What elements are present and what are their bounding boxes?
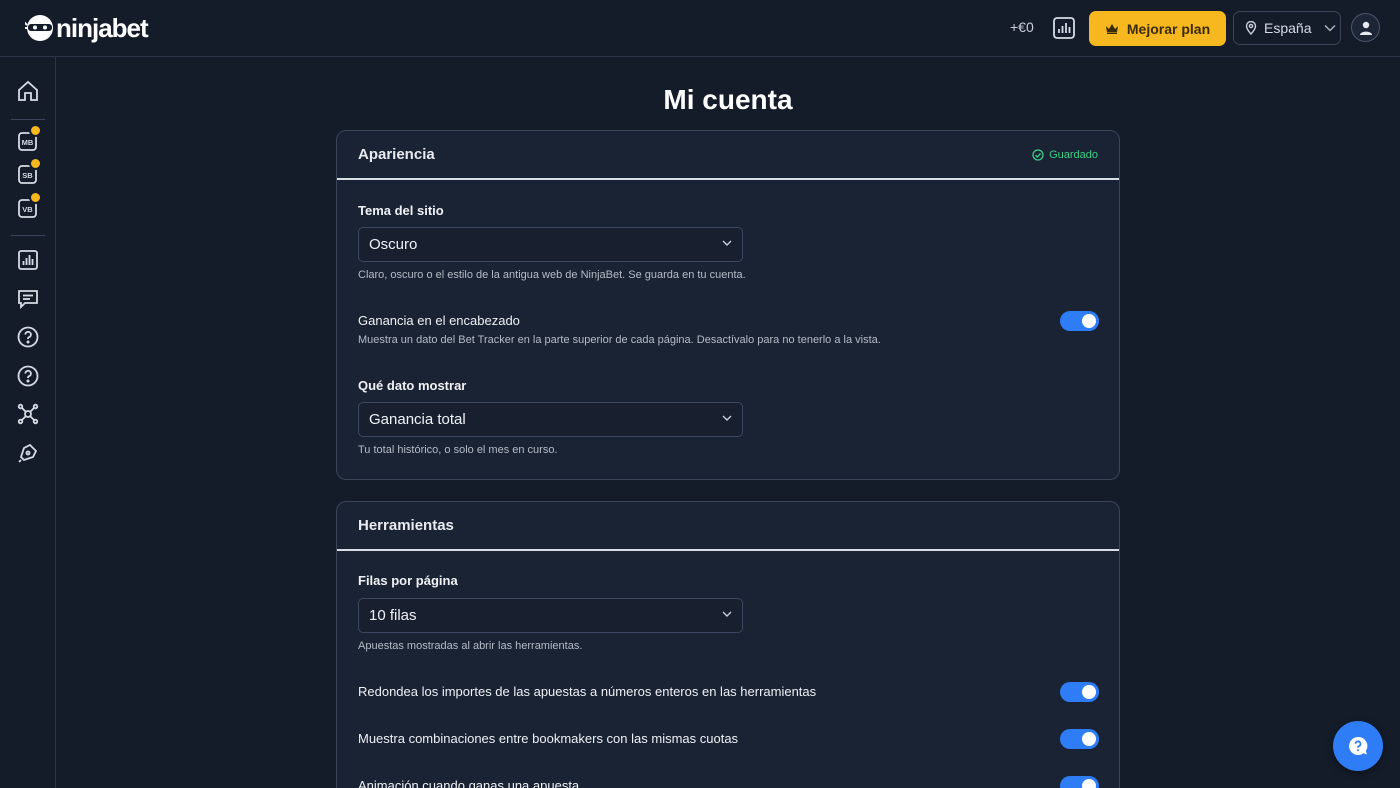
theme-help-text: Claro, oscuro o el estilo de la antigua … xyxy=(358,269,746,281)
tools-card-header: Herramientas xyxy=(337,502,1119,551)
win-animation-label: Animación cuando ganas una apuesta xyxy=(358,778,580,788)
top-header: ninjabet +€0 Mejorar plan España xyxy=(0,0,1400,57)
data-shown-select[interactable]: Ganancia total xyxy=(358,402,743,437)
round-amounts-toggle[interactable] xyxy=(1060,682,1099,702)
toggle-knob xyxy=(1082,779,1096,788)
header-gain-help-text: Muestra un dato del Bet Tracker en la pa… xyxy=(358,334,881,346)
sidebar-item-vb[interactable]: VB xyxy=(16,191,42,221)
badge-sb-text: SB xyxy=(22,171,33,180)
theme-label: Tema del sitio xyxy=(358,203,444,218)
crown-icon xyxy=(1105,24,1118,34)
data-shown-help-text: Tu total histórico, o solo el mes en cur… xyxy=(358,444,558,456)
tools-card: Herramientas Filas por página 10 filas A… xyxy=(336,501,1120,788)
toggle-knob xyxy=(1082,732,1096,746)
page-title: Mi cuenta xyxy=(663,84,793,115)
rows-per-page-help-text: Apuestas mostradas al abrir las herramie… xyxy=(358,640,583,652)
saved-label: Guardado xyxy=(1049,148,1098,161)
theme-select-value: Oscuro xyxy=(369,236,418,253)
chevron-down-icon xyxy=(722,611,732,617)
help-icon[interactable] xyxy=(16,325,40,349)
same-odds-combos-toggle[interactable] xyxy=(1060,729,1099,749)
same-odds-combos-label: Muestra combinaciones entre bookmakers c… xyxy=(358,731,739,746)
user-avatar[interactable] xyxy=(1351,13,1380,42)
ninjabet-logo[interactable]: ninjabet xyxy=(25,13,149,43)
country-label: España xyxy=(1264,20,1312,36)
chevron-down-icon xyxy=(722,415,732,421)
check-circle-icon xyxy=(1032,148,1044,161)
sidebar-divider xyxy=(11,119,45,120)
chat-icon[interactable] xyxy=(16,287,40,311)
user-icon xyxy=(1359,21,1372,35)
data-shown-label: Qué dato mostrar xyxy=(358,378,467,393)
sidebar-item-sb[interactable]: SB xyxy=(16,157,42,187)
header-gain-label: Ganancia en el encabezado xyxy=(358,313,520,328)
tools-title: Herramientas xyxy=(358,517,454,534)
data-shown-select-value: Ganancia total xyxy=(369,411,466,428)
sidebar-divider xyxy=(11,235,45,236)
chevron-down-icon xyxy=(722,240,732,246)
network-icon[interactable] xyxy=(16,402,40,426)
saved-status: Guardado xyxy=(1032,149,1098,161)
appearance-card: Apariencia Guardado Tema del sitio Oscur… xyxy=(336,130,1120,480)
country-selector[interactable]: España xyxy=(1233,11,1341,45)
badge-mb-text: MB xyxy=(22,138,34,147)
appearance-card-header: Apariencia Guardado xyxy=(337,131,1119,180)
rows-per-page-value: 10 filas xyxy=(369,607,417,624)
toggle-knob xyxy=(1082,314,1096,328)
win-animation-toggle[interactable] xyxy=(1060,776,1099,788)
appearance-title: Apariencia xyxy=(358,146,435,163)
faq-icon[interactable] xyxy=(16,364,40,388)
round-amounts-label: Redondea los importes de las apuestas a … xyxy=(358,684,817,699)
upgrade-plan-button[interactable]: Mejorar plan xyxy=(1089,11,1226,46)
theme-select[interactable]: Oscuro xyxy=(358,227,743,262)
chevron-down-icon xyxy=(1324,24,1337,32)
sidebar-item-mb[interactable]: MB xyxy=(16,124,42,154)
sidebar: MB SB VB xyxy=(0,57,56,788)
upgrade-plan-label: Mejorar plan xyxy=(1126,20,1211,37)
bar-chart-icon[interactable] xyxy=(1052,16,1076,40)
ninja-mask-icon xyxy=(25,15,53,41)
home-icon[interactable] xyxy=(16,79,40,103)
location-pin-icon xyxy=(1245,21,1257,35)
toggle-knob xyxy=(1082,685,1096,699)
help-chat-button[interactable] xyxy=(1333,721,1383,771)
badge-vb-text: VB xyxy=(22,205,33,214)
premium-crown-badge xyxy=(29,157,42,170)
logo-text: ninjabet xyxy=(56,13,149,43)
premium-crown-badge xyxy=(29,191,42,204)
bar-chart-icon[interactable] xyxy=(16,248,40,272)
premium-crown-badge xyxy=(29,124,42,137)
chat-question-icon xyxy=(1349,736,1368,755)
rows-per-page-select[interactable]: 10 filas xyxy=(358,598,743,633)
pen-tool-icon[interactable] xyxy=(16,441,40,465)
header-gain-toggle[interactable] xyxy=(1060,311,1099,331)
rows-per-page-label: Filas por página xyxy=(358,573,458,588)
header-profit[interactable]: +€0 xyxy=(1010,19,1034,35)
